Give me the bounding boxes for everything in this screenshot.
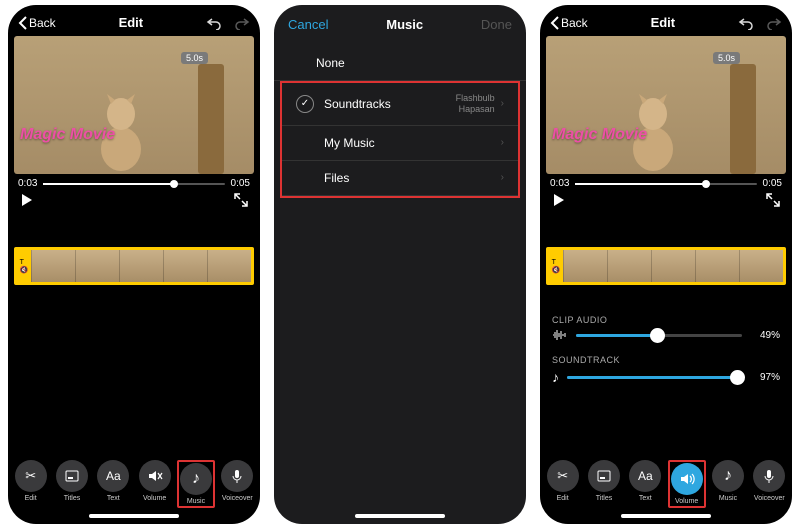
video-preview[interactable]: 5.0s Magic Movie bbox=[546, 36, 786, 174]
play-icon[interactable] bbox=[20, 193, 34, 207]
soundtrack-label: SOUNDTRACK bbox=[552, 355, 780, 365]
row-mymusic[interactable]: My Music › bbox=[282, 126, 518, 161]
toolbar: ✂Edit Titles AaText Volume ♪Music Voiceo… bbox=[540, 454, 792, 510]
row-soundtracks[interactable]: ✓ Soundtracks FlashbulbHapasan › bbox=[282, 83, 518, 126]
phone-edit-music: Back Edit 5.0s Magic Movie 0:03 0:05 T🔇 bbox=[8, 5, 260, 524]
note-icon: ♪ bbox=[192, 470, 200, 488]
chevron-right-icon: › bbox=[501, 172, 504, 183]
undo-icon[interactable] bbox=[206, 16, 222, 30]
phone-music-picker: Cancel Music Done None ✓ Soundtracks Fla… bbox=[274, 5, 526, 524]
mic-icon bbox=[232, 469, 242, 483]
video-preview[interactable]: 5.0s Magic Movie bbox=[14, 36, 254, 174]
row-subtitle: FlashbulbHapasan bbox=[456, 93, 495, 115]
time-current: 0:03 bbox=[18, 178, 37, 189]
home-indicator[interactable] bbox=[355, 514, 445, 518]
home-indicator[interactable] bbox=[89, 514, 179, 518]
expand-icon[interactable] bbox=[234, 193, 248, 207]
timeline[interactable]: T🔇 bbox=[14, 247, 254, 285]
chevron-left-icon bbox=[550, 16, 559, 30]
scissors-icon: ✂ bbox=[25, 468, 36, 484]
title-overlay: Magic Movie bbox=[20, 126, 115, 144]
clip-audio-slider[interactable] bbox=[576, 334, 742, 337]
phone-edit-volume: Back Edit 5.0s Magic Movie 0:03 0:05 T🔇 bbox=[540, 5, 792, 524]
expand-icon[interactable] bbox=[766, 193, 780, 207]
tool-music[interactable]: ♪Music bbox=[177, 460, 215, 508]
topbar: Back Edit bbox=[8, 9, 260, 34]
redo-icon[interactable] bbox=[234, 16, 250, 30]
topbar: Back Edit bbox=[540, 9, 792, 34]
tool-edit[interactable]: ✂Edit bbox=[12, 460, 50, 508]
scrubber[interactable] bbox=[43, 183, 224, 185]
screen-title: Edit bbox=[119, 15, 144, 30]
tool-music[interactable]: ♪Music bbox=[709, 460, 747, 508]
tool-voiceover[interactable]: Voiceover bbox=[218, 460, 256, 508]
mute-icon bbox=[147, 469, 163, 483]
clip-tag: T🔇 bbox=[17, 250, 31, 282]
clip-audio-label: CLIP AUDIO bbox=[552, 315, 780, 325]
tool-titles[interactable]: Titles bbox=[585, 460, 623, 508]
mic-icon bbox=[764, 469, 774, 483]
note-icon: ♪ bbox=[724, 467, 732, 485]
chevron-right-icon: › bbox=[501, 98, 504, 109]
time-total: 0:05 bbox=[231, 178, 250, 189]
music-list: None bbox=[274, 46, 526, 81]
scrubber[interactable] bbox=[575, 183, 756, 185]
duration-badge: 5.0s bbox=[181, 52, 208, 64]
row-files[interactable]: Files › bbox=[282, 161, 518, 196]
time-current: 0:03 bbox=[550, 178, 569, 189]
picker-header: Cancel Music Done bbox=[274, 9, 526, 46]
row-none[interactable]: None bbox=[274, 46, 526, 81]
text-icon: Aa bbox=[97, 460, 129, 492]
cancel-button[interactable]: Cancel bbox=[288, 17, 328, 32]
back-button[interactable]: Back bbox=[550, 16, 588, 30]
redo-icon[interactable] bbox=[766, 16, 782, 30]
back-label: Back bbox=[561, 16, 588, 30]
scissors-icon: ✂ bbox=[557, 468, 568, 484]
toolbar: ✂Edit Titles AaText Volume ♪Music Voiceo… bbox=[8, 454, 260, 510]
titles-icon bbox=[597, 470, 611, 482]
tool-titles[interactable]: Titles bbox=[53, 460, 91, 508]
row-label: None bbox=[316, 56, 345, 70]
titles-icon bbox=[65, 470, 79, 482]
row-label: Soundtracks bbox=[324, 97, 391, 111]
chevron-left-icon bbox=[18, 16, 27, 30]
speaker-icon bbox=[679, 472, 695, 486]
note-icon: ♪ bbox=[552, 369, 559, 385]
soundtrack-pct: 97% bbox=[750, 372, 780, 383]
check-icon: ✓ bbox=[296, 95, 314, 113]
picker-title: Music bbox=[386, 17, 423, 32]
play-icon[interactable] bbox=[552, 193, 566, 207]
volume-panel: CLIP AUDIO 49% SOUNDTRACK ♪ 97% bbox=[540, 305, 792, 399]
time-total: 0:05 bbox=[763, 178, 782, 189]
title-overlay: Magic Movie bbox=[552, 126, 647, 144]
cat-image bbox=[618, 64, 688, 174]
tool-text[interactable]: AaText bbox=[94, 460, 132, 508]
undo-icon[interactable] bbox=[738, 16, 754, 30]
tool-volume[interactable]: Volume bbox=[668, 460, 706, 508]
tool-edit[interactable]: ✂Edit bbox=[544, 460, 582, 508]
timeline[interactable]: T🔇 bbox=[546, 247, 786, 285]
cat-image bbox=[86, 64, 156, 174]
clip-tag: T🔇 bbox=[549, 250, 563, 282]
row-label: My Music bbox=[324, 136, 375, 150]
time-bar: 0:03 0:05 bbox=[8, 174, 260, 191]
text-icon: Aa bbox=[629, 460, 661, 492]
back-label: Back bbox=[29, 16, 56, 30]
tool-voiceover[interactable]: Voiceover bbox=[750, 460, 788, 508]
row-label: Files bbox=[324, 171, 349, 185]
chevron-right-icon: › bbox=[501, 137, 504, 148]
done-button[interactable]: Done bbox=[481, 17, 512, 32]
duration-badge: 5.0s bbox=[713, 52, 740, 64]
soundtrack-slider[interactable] bbox=[567, 376, 742, 379]
screen-title: Edit bbox=[651, 15, 676, 30]
time-bar: 0:03 0:05 bbox=[540, 174, 792, 191]
tool-volume[interactable]: Volume bbox=[136, 460, 174, 508]
highlighted-rows: ✓ Soundtracks FlashbulbHapasan › My Musi… bbox=[280, 81, 520, 198]
clip-audio-pct: 49% bbox=[750, 330, 780, 341]
tool-text[interactable]: AaText bbox=[626, 460, 664, 508]
back-button[interactable]: Back bbox=[18, 16, 56, 30]
waveform-icon bbox=[552, 329, 568, 341]
home-indicator[interactable] bbox=[621, 514, 711, 518]
